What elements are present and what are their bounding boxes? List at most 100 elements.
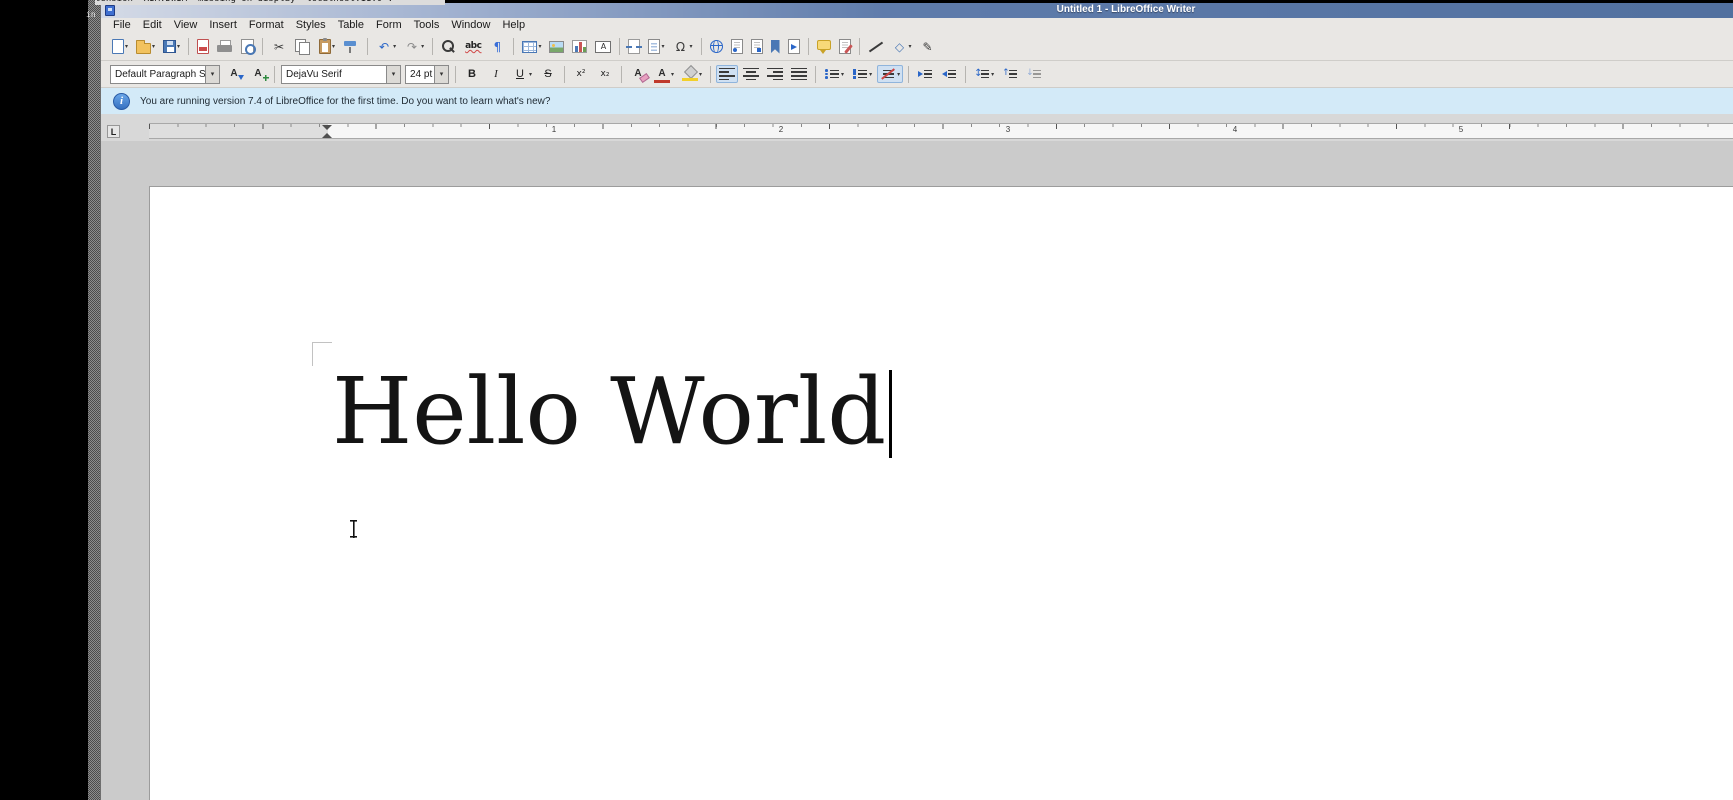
paste-button[interactable]: ▾ [316, 37, 338, 56]
spelling-button[interactable]: abc [462, 37, 484, 57]
ordered-list-button[interactable]: ▾ [849, 65, 875, 83]
new-style-from-selection-button[interactable]: A [247, 64, 269, 84]
mouse-ibeam-cursor [349, 520, 358, 538]
open-button[interactable]: ▾ [133, 38, 158, 56]
paste-dropdown-icon[interactable]: ▾ [332, 43, 335, 50]
menu-form[interactable]: Form [370, 18, 408, 33]
menu-table[interactable]: Table [332, 18, 370, 33]
print-button[interactable] [214, 38, 236, 56]
font-size-dropdown-icon[interactable]: ▾ [434, 66, 448, 83]
menu-view[interactable]: View [168, 18, 204, 33]
new-document-dropdown-icon[interactable]: ▾ [125, 43, 128, 50]
insert-comment-button[interactable] [814, 38, 834, 56]
superscript-button[interactable]: x² [570, 64, 592, 84]
paragraph-style-dropdown-icon[interactable]: ▾ [205, 66, 219, 83]
save-button[interactable]: ▾ [160, 38, 183, 55]
paragraph-style-combobox[interactable]: Default Paragraph Style ▾ [110, 65, 220, 84]
font-size-combobox[interactable]: 24 pt ▾ [405, 65, 449, 84]
decrease-indent-button[interactable] [938, 65, 960, 83]
font-color-dropdown-icon[interactable]: ▾ [671, 71, 674, 78]
insert-table-dropdown-icon[interactable]: ▾ [538, 43, 541, 50]
ordered-list-dropdown-icon[interactable]: ▾ [869, 71, 872, 78]
insert-special-character-button[interactable]: Ω▾ [669, 37, 695, 57]
menu-insert[interactable]: Insert [203, 18, 243, 33]
find-replace-button[interactable] [438, 37, 460, 56]
insert-line-button[interactable] [865, 38, 887, 56]
toolbar-separator [621, 66, 622, 83]
italic-button[interactable]: I [485, 64, 507, 84]
insert-textbox-button[interactable]: A [592, 39, 614, 55]
align-justify-button[interactable] [788, 65, 810, 83]
menu-edit[interactable]: Edit [137, 18, 168, 33]
insert-hyperlink-button[interactable] [707, 38, 726, 55]
track-changes-button[interactable] [836, 37, 854, 56]
align-center-button[interactable] [740, 65, 762, 83]
decrease-paragraph-spacing-button[interactable] [1023, 65, 1045, 83]
line-spacing-button[interactable]: ▾ [971, 65, 997, 83]
align-left-button[interactable] [716, 65, 738, 83]
line-spacing-dropdown-icon[interactable]: ▾ [991, 71, 994, 78]
insert-endnote-button[interactable] [748, 37, 766, 56]
menu-tools[interactable]: Tools [408, 18, 446, 33]
insert-footnote-button[interactable] [728, 37, 746, 56]
menu-format[interactable]: Format [243, 18, 290, 33]
basic-shapes-button[interactable]: ◇▾ [889, 37, 915, 57]
open-dropdown-icon[interactable]: ▾ [152, 43, 155, 50]
font-name-value[interactable]: DejaVu Serif [282, 66, 386, 83]
formatting-marks-button[interactable]: ¶ [486, 37, 508, 57]
document-page[interactable]: Hello World [149, 186, 1733, 800]
save-dropdown-icon[interactable]: ▾ [177, 43, 180, 50]
menu-file[interactable]: File [107, 18, 137, 33]
subscript-button[interactable]: x₂ [594, 64, 616, 84]
undo-dropdown-icon[interactable]: ▾ [393, 43, 396, 50]
insert-page-break-button[interactable] [625, 37, 643, 56]
increase-paragraph-spacing-button[interactable] [999, 65, 1021, 83]
cut-button[interactable]: ✂ [268, 37, 290, 57]
font-size-value[interactable]: 24 pt [406, 66, 434, 83]
insert-special-character-dropdown-icon[interactable]: ▾ [689, 43, 692, 50]
bold-button[interactable]: B [461, 64, 483, 84]
new-document-button[interactable]: ▾ [109, 37, 131, 56]
underline-dropdown-icon[interactable]: ▾ [529, 71, 532, 78]
unordered-list-button[interactable]: ▾ [821, 65, 847, 83]
horizontal-ruler[interactable]: 1 2 3 4 5 [149, 123, 1733, 139]
basic-shapes-dropdown-icon[interactable]: ▾ [909, 43, 912, 50]
align-right-button[interactable] [764, 65, 786, 83]
clone-formatting-button[interactable] [340, 37, 362, 56]
redo-button[interactable]: ↷▾ [401, 37, 427, 57]
copy-button[interactable] [292, 37, 314, 56]
insert-cross-reference-button[interactable] [785, 37, 803, 56]
undo-button[interactable]: ↶▾ [373, 37, 399, 57]
update-selected-style-button[interactable]: A [223, 64, 245, 84]
highlight-color-button[interactable]: ▾ [679, 65, 705, 83]
show-draw-functions-button[interactable]: ✎ [917, 37, 939, 57]
strikethrough-button[interactable]: S [537, 64, 559, 84]
underline-button[interactable]: U▾ [509, 64, 535, 84]
insert-chart-button[interactable] [569, 38, 590, 55]
tab-stop-selector[interactable]: L [107, 125, 120, 138]
export-pdf-button[interactable] [194, 37, 212, 56]
highlight-color-dropdown-icon[interactable]: ▾ [699, 71, 702, 78]
print-preview-button[interactable] [238, 37, 257, 56]
increase-indent-button[interactable] [914, 65, 936, 83]
menu-styles[interactable]: Styles [290, 18, 332, 33]
clear-formatting-button[interactable]: A [627, 64, 649, 84]
font-name-dropdown-icon[interactable]: ▾ [386, 66, 400, 83]
font-name-combobox[interactable]: DejaVu Serif ▾ [281, 65, 401, 84]
insert-table-button[interactable]: ▾ [519, 39, 544, 55]
redo-dropdown-icon[interactable]: ▾ [421, 43, 424, 50]
paragraph-style-value[interactable]: Default Paragraph Style [111, 66, 205, 83]
insert-field-dropdown-icon[interactable]: ▾ [661, 43, 664, 50]
document-paragraph[interactable]: Hello World [332, 366, 892, 458]
unordered-list-dropdown-icon[interactable]: ▾ [841, 71, 844, 78]
no-list-dropdown-icon[interactable]: ▾ [897, 71, 900, 78]
indent-marker-icon[interactable] [322, 125, 333, 138]
insert-field-button[interactable]: ▾ [645, 37, 667, 56]
menu-window[interactable]: Window [445, 18, 496, 33]
titlebar[interactable]: Untitled 1 - LibreOffice Writer [101, 3, 1733, 18]
font-color-button[interactable]: A▾ [651, 64, 677, 84]
insert-bookmark-button[interactable] [768, 38, 783, 56]
insert-image-button[interactable] [546, 39, 567, 55]
no-list-button[interactable]: ▾ [877, 65, 903, 83]
menu-help[interactable]: Help [496, 18, 531, 33]
